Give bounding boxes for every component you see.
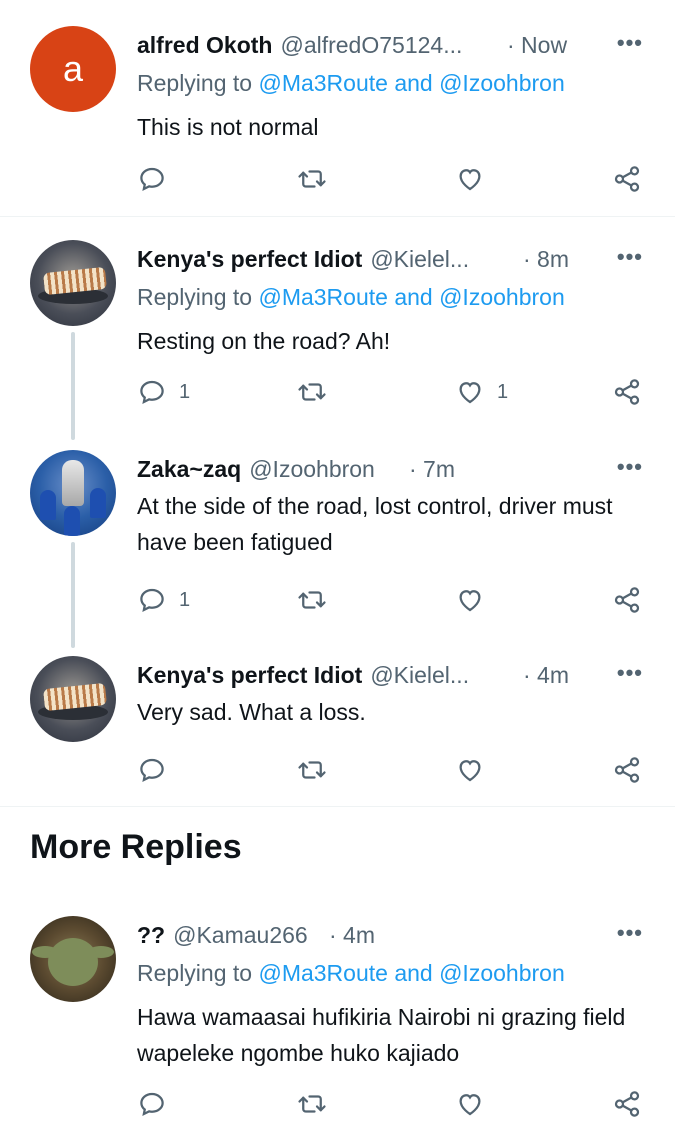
like-icon [459, 760, 481, 782]
tweet-actions [137, 1087, 647, 1121]
timestamp[interactable]: · 4m [523, 662, 569, 689]
tweet-actions: 1 1 [137, 375, 647, 409]
share-icon [614, 166, 640, 192]
reply-icon [140, 380, 164, 405]
share-button[interactable] [612, 753, 642, 787]
reply-icon [140, 758, 164, 783]
retweet-button[interactable] [297, 1087, 327, 1121]
retweet-button[interactable] [297, 583, 327, 617]
share-icon [614, 1091, 640, 1117]
author-handle[interactable]: @Kielel... [370, 246, 469, 273]
replying-to: Replying to @Ma3Route and @Izoohbron [137, 70, 655, 100]
timestamp[interactable]: · 7m [409, 456, 455, 483]
tweet-actions [137, 753, 647, 787]
reply-button[interactable] [137, 162, 179, 196]
author-handle[interactable]: @Izoohbron [249, 456, 375, 483]
timestamp[interactable]: · 8m [523, 246, 569, 273]
replying-mentions[interactable]: @Ma3Route and @Izoohbron [258, 70, 564, 96]
reply-count: 1 [179, 588, 191, 611]
share-button[interactable] [612, 375, 642, 409]
author-name[interactable]: Kenya's perfect Idiot [137, 246, 362, 273]
author-handle[interactable]: @Kielel... [370, 662, 469, 689]
reply-button[interactable]: 1 [137, 375, 190, 409]
tweet-text: Very sad. What a loss. [137, 699, 366, 725]
more-replies-heading: More Replies [30, 828, 242, 866]
tweet-actions [137, 162, 647, 196]
divider [0, 216, 675, 217]
like-button[interactable] [455, 753, 497, 787]
replying-to: Replying to @Ma3Route and @Izoohbron [137, 284, 655, 314]
author-handle[interactable]: @alfredO75124... [280, 32, 462, 59]
like-button[interactable] [455, 162, 497, 196]
retweet-icon [298, 591, 326, 609]
tweet-text: At the side of the road, lost control, d… [137, 493, 613, 555]
replying-prefix: Replying to [137, 960, 259, 986]
like-count: 1 [497, 380, 509, 403]
timestamp[interactable]: · 4m [329, 922, 375, 949]
share-icon [614, 379, 640, 405]
reply-button[interactable]: 1 [137, 583, 190, 617]
reply-icon [140, 167, 164, 192]
like-button[interactable]: 1 [455, 375, 508, 409]
timestamp[interactable]: · Now [507, 32, 567, 59]
retweet-icon [298, 761, 326, 779]
like-icon [459, 590, 481, 612]
retweet-button[interactable] [297, 753, 327, 787]
replying-mentions[interactable]: @Ma3Route and @Izoohbron [258, 960, 564, 986]
more-icon[interactable]: ••• [617, 454, 643, 480]
avatar[interactable] [30, 240, 116, 326]
more-icon[interactable]: ••• [617, 30, 643, 56]
reply-icon [140, 588, 164, 613]
replying-to: Replying to @Ma3Route and @Izoohbron [137, 960, 655, 990]
avatar-letter: a [62, 48, 84, 89]
avatar[interactable] [30, 656, 116, 742]
author-name[interactable]: ?? [137, 922, 165, 949]
author-name[interactable]: Zaka~zaq [137, 456, 241, 483]
retweet-icon [298, 1095, 326, 1113]
reply-button[interactable] [137, 1087, 179, 1121]
reply-icon [140, 1092, 164, 1117]
avatar[interactable] [30, 916, 116, 1002]
replying-prefix: Replying to [137, 70, 259, 96]
like-icon [459, 169, 481, 191]
more-icon[interactable]: ••• [617, 244, 643, 270]
author-name[interactable]: alfred Okoth [137, 32, 272, 59]
retweet-icon [298, 383, 326, 401]
retweet-button[interactable] [297, 375, 327, 409]
reply-count: 1 [179, 380, 191, 403]
replying-prefix: Replying to [137, 284, 259, 310]
tweet-text: Hawa wamaasai hufikiria Nairobi ni grazi… [137, 1004, 626, 1066]
share-button[interactable] [612, 583, 642, 617]
tweet-text: Resting on the road? Ah! [137, 328, 391, 354]
tweet-text: This is not normal [137, 114, 319, 140]
divider [0, 806, 675, 807]
retweet-button[interactable] [297, 162, 327, 196]
reply-button[interactable] [137, 753, 179, 787]
share-button[interactable] [612, 1087, 642, 1121]
more-icon[interactable]: ••• [617, 660, 643, 686]
like-icon [459, 1094, 481, 1116]
replying-mentions[interactable]: @Ma3Route and @Izoohbron [258, 284, 564, 310]
tweet-actions: 1 [137, 583, 647, 617]
avatar[interactable] [30, 450, 116, 536]
author-handle[interactable]: @Kamau266 [173, 922, 308, 949]
retweet-icon [298, 170, 326, 188]
share-button[interactable] [612, 162, 642, 196]
author-name[interactable]: Kenya's perfect Idiot [137, 662, 362, 689]
share-icon [614, 757, 640, 783]
like-icon [459, 382, 481, 404]
share-icon [614, 587, 640, 613]
more-icon[interactable]: ••• [617, 920, 643, 946]
like-button[interactable] [455, 1087, 497, 1121]
avatar[interactable]: a [30, 26, 116, 112]
like-button[interactable] [455, 583, 497, 617]
